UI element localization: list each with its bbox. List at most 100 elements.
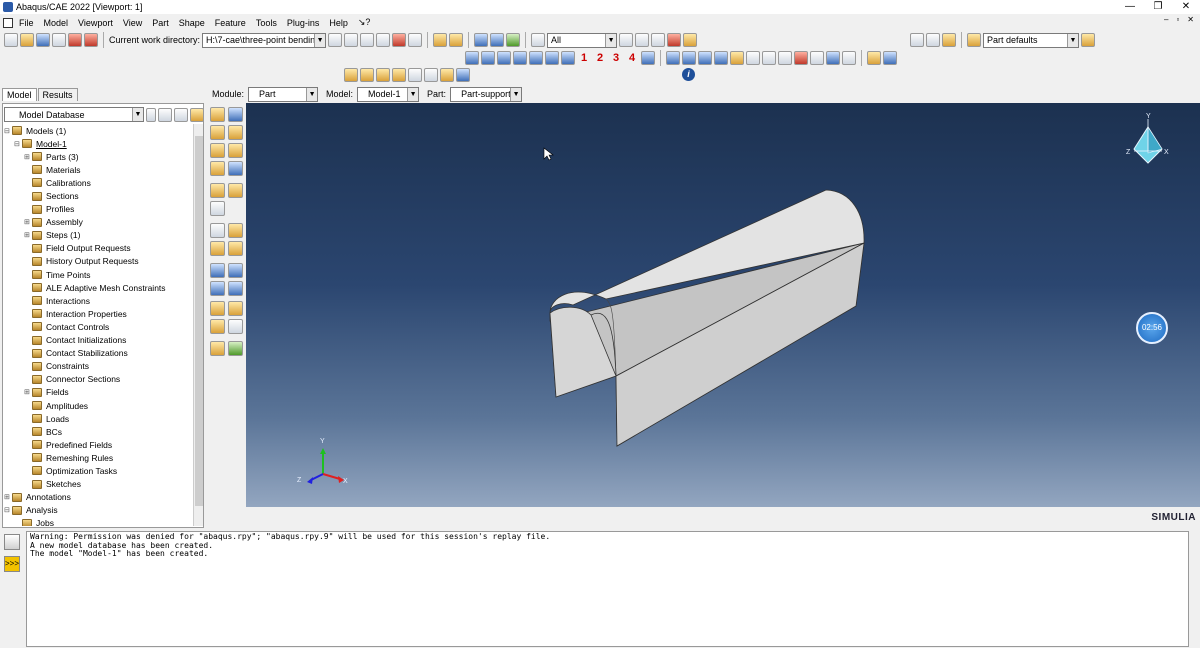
tree-expand-icon[interactable]: ⊞ bbox=[24, 153, 32, 161]
tree-item[interactable]: Jobs bbox=[3, 517, 191, 526]
part-instance-icon[interactable] bbox=[867, 51, 881, 65]
menu-help[interactable]: Help bbox=[329, 18, 348, 28]
create-round-icon[interactable] bbox=[210, 161, 225, 176]
view-bottom-icon[interactable] bbox=[513, 51, 527, 65]
menu-feature[interactable]: Feature bbox=[215, 18, 246, 28]
pan-icon[interactable] bbox=[328, 33, 343, 47]
view-left-icon[interactable] bbox=[529, 51, 543, 65]
viewport-cascade-icon[interactable] bbox=[682, 51, 696, 65]
tree-item[interactable]: Connector Sections bbox=[3, 373, 191, 386]
module-select[interactable]: Part ▼ bbox=[248, 86, 319, 102]
view-top-icon[interactable] bbox=[497, 51, 511, 65]
tree-item[interactable]: Loads bbox=[3, 412, 191, 425]
part-manager-icon[interactable] bbox=[883, 51, 897, 65]
tree-item[interactable]: Profiles bbox=[3, 203, 191, 216]
boolean-icon[interactable] bbox=[344, 68, 358, 82]
tree-item[interactable]: Contact Stabilizations bbox=[3, 347, 191, 360]
new-file-icon[interactable] bbox=[4, 33, 18, 47]
create-sketch-icon[interactable] bbox=[210, 201, 225, 216]
merge-icon[interactable] bbox=[360, 68, 374, 82]
sketch-edit-icon[interactable] bbox=[210, 319, 225, 334]
tree-bulb-icon[interactable] bbox=[190, 107, 204, 122]
save-icon[interactable] bbox=[36, 33, 50, 47]
view-right-icon[interactable] bbox=[545, 51, 559, 65]
tab-model[interactable]: Model bbox=[2, 88, 37, 101]
rotate-icon[interactable] bbox=[344, 33, 359, 47]
message-area-icon[interactable] bbox=[4, 534, 20, 550]
tree-item[interactable]: Time Points bbox=[3, 268, 191, 281]
import-icon[interactable] bbox=[84, 33, 98, 47]
menu-view[interactable]: View bbox=[123, 18, 142, 28]
zoom-icon[interactable] bbox=[360, 33, 375, 47]
datum-axis-icon[interactable] bbox=[210, 241, 225, 256]
tree-filter-icon[interactable] bbox=[158, 107, 172, 122]
select-feature-icon[interactable] bbox=[392, 68, 406, 82]
user-view-3[interactable]: 3 bbox=[609, 52, 623, 64]
render-hidden-icon[interactable] bbox=[490, 33, 505, 47]
tree-item[interactable]: Contact Initializations bbox=[3, 334, 191, 347]
tree-item[interactable]: ⊞ Assembly bbox=[3, 216, 191, 229]
user-view-1[interactable]: 1 bbox=[577, 52, 591, 64]
context-help-icon[interactable]: ↘? bbox=[358, 17, 371, 28]
tree-item[interactable]: Optimization Tasks bbox=[3, 464, 191, 477]
create-shell-icon[interactable] bbox=[228, 125, 243, 140]
display-group-remove-icon[interactable] bbox=[926, 33, 940, 47]
text-tool-icon[interactable] bbox=[794, 51, 808, 65]
tree-expand-icon[interactable]: ⊞ bbox=[24, 231, 32, 239]
minimize-button[interactable]: — bbox=[1116, 0, 1144, 14]
tab-results[interactable]: Results bbox=[37, 88, 78, 101]
menu-tools[interactable]: Tools bbox=[256, 18, 277, 28]
partition-face-icon[interactable] bbox=[210, 183, 225, 198]
reference-point-icon[interactable] bbox=[210, 263, 225, 278]
datum-plane-icon[interactable] bbox=[228, 223, 243, 238]
menu-viewport[interactable]: Viewport bbox=[78, 18, 113, 28]
sphere-icon[interactable] bbox=[376, 68, 390, 82]
line-tool-icon[interactable] bbox=[778, 51, 792, 65]
triad-icon[interactable] bbox=[641, 51, 655, 65]
close-button[interactable]: ✕ bbox=[1172, 0, 1200, 14]
menu-file[interactable]: File bbox=[19, 18, 34, 28]
viewport-tile-icon[interactable] bbox=[666, 51, 680, 65]
partition-cell-icon[interactable] bbox=[228, 183, 243, 198]
tree-item[interactable]: Calibrations bbox=[3, 176, 191, 189]
query-icon[interactable] bbox=[433, 33, 448, 47]
export-icon[interactable] bbox=[68, 33, 82, 47]
tree-item[interactable]: BCs bbox=[3, 425, 191, 438]
model-select[interactable]: Model-1 ▼ bbox=[357, 86, 420, 102]
mirror-icon[interactable] bbox=[228, 161, 243, 176]
datum-point-icon[interactable] bbox=[210, 223, 225, 238]
viewport[interactable]: Y X Z Y X Z 02:56 bbox=[246, 103, 1200, 507]
box-zoom-icon[interactable] bbox=[376, 33, 391, 47]
tree-item[interactable]: Contact Controls bbox=[3, 320, 191, 333]
database-select[interactable]: Model Database ▼ bbox=[4, 107, 144, 122]
part-select[interactable]: Part-support ▼ bbox=[450, 86, 523, 102]
tree-item[interactable]: Interactions bbox=[3, 294, 191, 307]
annotation-manager-icon[interactable] bbox=[826, 51, 840, 65]
part-manager-tool-icon[interactable] bbox=[228, 107, 243, 122]
selection-drag-icon[interactable] bbox=[651, 33, 666, 47]
tree-item[interactable]: Field Output Requests bbox=[3, 242, 191, 255]
spin-icon[interactable] bbox=[146, 107, 156, 122]
cycle-views-icon[interactable] bbox=[408, 33, 423, 47]
tree-item[interactable]: History Output Requests bbox=[3, 255, 191, 268]
pointer-tool-icon[interactable] bbox=[810, 51, 824, 65]
menu-shape[interactable]: Shape bbox=[179, 18, 205, 28]
menu-part[interactable]: Part bbox=[152, 18, 169, 28]
cwd-select[interactable]: H:\7-cae\three-point bending ▼ bbox=[202, 32, 327, 48]
assembly-icon[interactable] bbox=[210, 341, 225, 356]
tree-item[interactable]: Sketches bbox=[3, 478, 191, 491]
tree-expand-icon[interactable]: ⊞ bbox=[4, 493, 12, 501]
viewport-restore-button[interactable]: ▫ bbox=[1176, 15, 1179, 24]
datum-csys-icon[interactable] bbox=[228, 241, 243, 256]
tree-item[interactable]: Predefined Fields bbox=[3, 438, 191, 451]
repair-icon[interactable] bbox=[210, 281, 225, 296]
feature-manager-icon[interactable] bbox=[456, 68, 470, 82]
tree-item[interactable]: ALE Adaptive Mesh Constraints bbox=[3, 281, 191, 294]
measure-icon[interactable] bbox=[449, 33, 464, 47]
viewport-menu-icon[interactable] bbox=[3, 17, 13, 28]
tree-expand-icon[interactable]: ⊞ bbox=[24, 388, 32, 396]
instance-icon[interactable] bbox=[228, 341, 243, 356]
redo-icon[interactable] bbox=[424, 68, 438, 82]
tree-item[interactable]: ⊟ Analysis bbox=[3, 504, 191, 517]
scrollbar-thumb[interactable] bbox=[195, 136, 203, 506]
